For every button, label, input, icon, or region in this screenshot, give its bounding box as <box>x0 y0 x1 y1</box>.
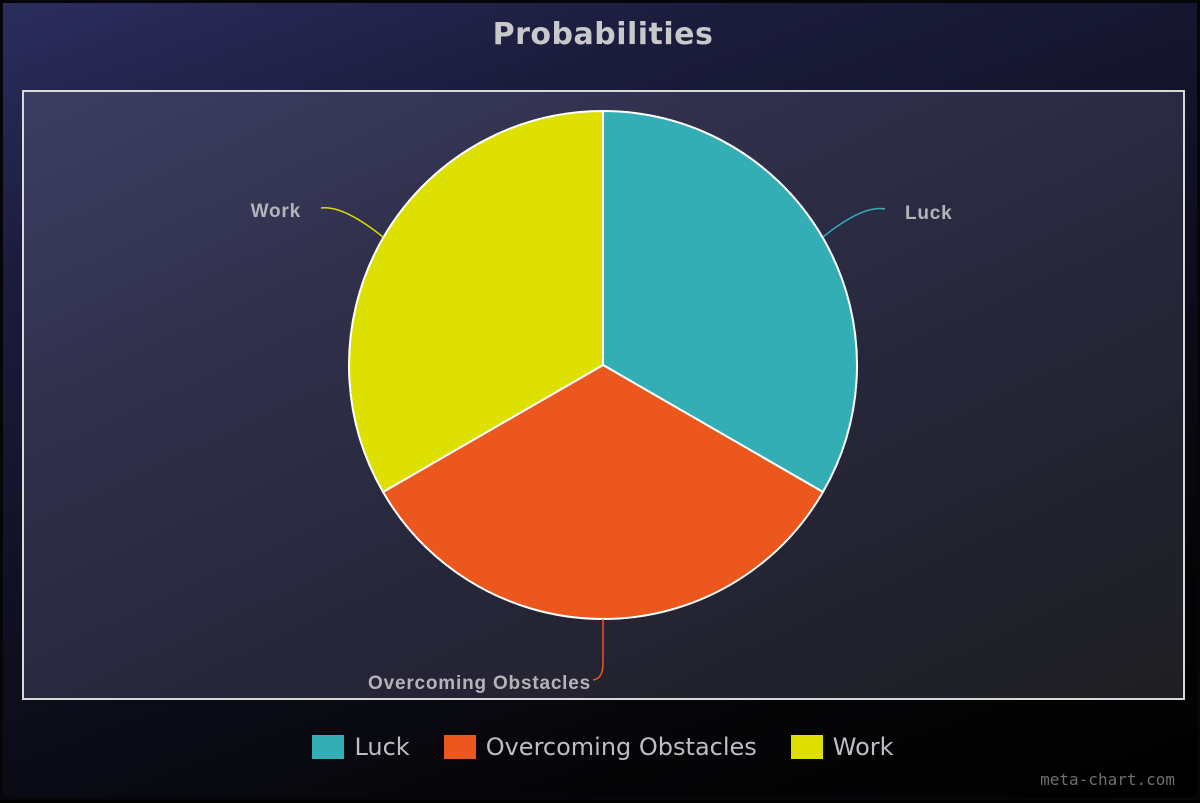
leader-line-luck <box>822 207 886 238</box>
legend-swatch-overcoming-obstacles <box>443 735 476 759</box>
legend-swatch-luck <box>312 735 345 759</box>
legend: Luck Overcoming Obstacles Work <box>3 733 1200 761</box>
legend-label-work: Work <box>832 733 894 761</box>
legend-swatch-work <box>790 735 823 759</box>
legend-item-luck[interactable]: Luck <box>312 733 410 761</box>
pie-chart: Luck Overcoming Obstacles Work <box>251 110 953 694</box>
slice-label-luck: Luck <box>905 203 953 224</box>
leader-line-work <box>320 207 384 238</box>
legend-label-overcoming-obstacles: Overcoming Obstacles <box>485 733 757 761</box>
legend-item-work[interactable]: Work <box>790 733 894 761</box>
slice-label-overcoming-obstacles: Overcoming Obstacles <box>368 673 591 694</box>
slice-label-work: Work <box>251 201 301 222</box>
chart-canvas: Probabilities Luck Overcoming Obstacles Wo… <box>0 0 1200 800</box>
watermark: meta-chart.com <box>1040 770 1175 789</box>
legend-item-overcoming-obstacles[interactable]: Overcoming Obstacles <box>443 733 757 761</box>
pie-slices <box>348 110 858 620</box>
legend-label-luck: Luck <box>354 733 410 761</box>
leader-line-overcoming-obstacles <box>592 619 604 681</box>
